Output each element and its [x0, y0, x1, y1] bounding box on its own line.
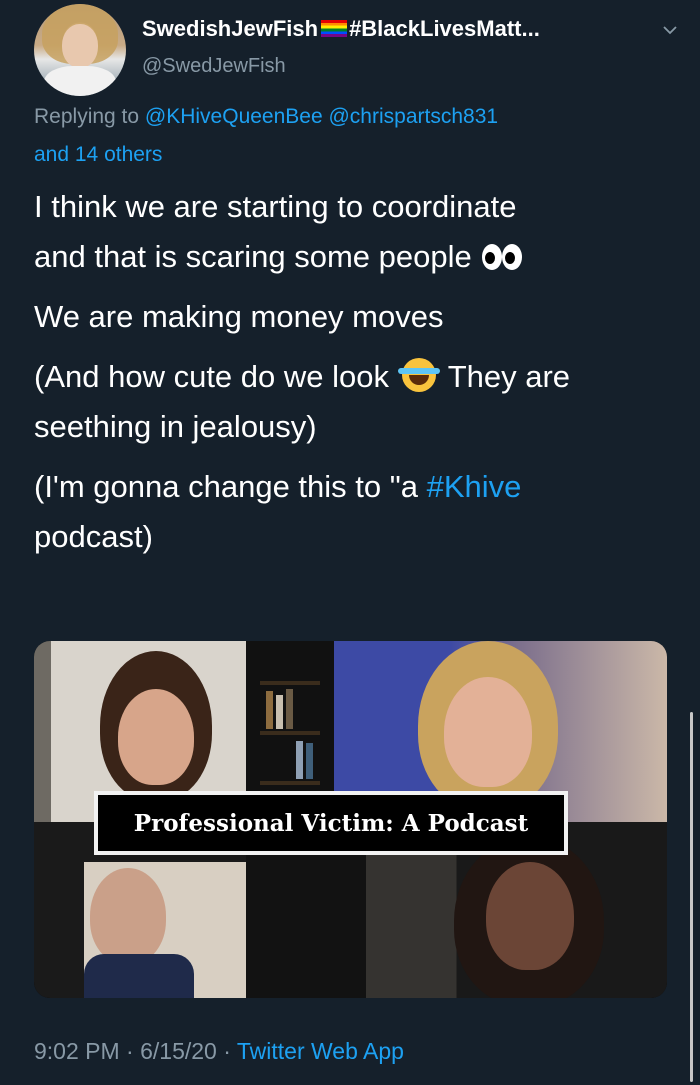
tweet-text: I think we are starting to coordinate an…: [34, 182, 674, 572]
laughing-tears-emoji-icon: [397, 358, 440, 392]
scrollbar[interactable]: [690, 712, 693, 1082]
tweet-line: seething in jealousy): [34, 409, 317, 444]
display-name-text: SwedishJewFish: [142, 16, 319, 41]
media-caption-text: Professional Victim: A Podcast: [133, 809, 529, 837]
meta-separator: ·: [119, 1038, 141, 1064]
tweet-source-link[interactable]: Twitter Web App: [237, 1038, 404, 1064]
tweet-line: podcast): [34, 519, 153, 554]
display-name[interactable]: SwedishJewFish #BlackLivesMatt...: [142, 16, 540, 42]
tweet-date[interactable]: 6/15/20: [140, 1038, 217, 1064]
tweet-time[interactable]: 9:02 PM: [34, 1038, 120, 1064]
display-name-hashtag: #BlackLivesMatt...: [349, 16, 540, 41]
tweet-line: and that is scaring some people: [34, 239, 472, 274]
tweet-line: I think we are starting to coordinate: [34, 189, 517, 224]
rainbow-flag-icon: [321, 20, 348, 37]
tweet-line: We are making money moves: [34, 299, 444, 334]
replying-to-prefix: Replying to: [34, 105, 145, 128]
meta-separator: ·: [216, 1038, 237, 1064]
hashtag-link[interactable]: #Khive: [427, 469, 522, 504]
tweet: SwedishJewFish #BlackLivesMatt... @SwedJe…: [0, 0, 700, 1085]
media-caption: Professional Victim: A Podcast: [94, 791, 568, 855]
eyes-emoji-icon: [480, 244, 524, 270]
user-handle[interactable]: @SwedJewFish: [142, 55, 286, 78]
tweet-line: (And how cute do we look: [34, 359, 389, 394]
tweet-line: They are: [447, 359, 571, 394]
reply-mentions-link[interactable]: @KHiveQueenBee @chrispartsch831: [145, 105, 498, 128]
tweet-meta: 9:02 PM · 6/15/20 · Twitter Web App: [34, 1038, 404, 1065]
replying-to: Replying to @KHiveQueenBee @chrispartsch…: [34, 98, 674, 174]
chevron-down-icon[interactable]: [662, 22, 678, 38]
tweet-line: (I'm gonna change this to "a: [34, 469, 418, 504]
media-image[interactable]: Professional Victim: A Podcast: [34, 641, 667, 998]
reply-others-link[interactable]: and 14 others: [34, 143, 162, 166]
avatar[interactable]: [34, 4, 126, 96]
